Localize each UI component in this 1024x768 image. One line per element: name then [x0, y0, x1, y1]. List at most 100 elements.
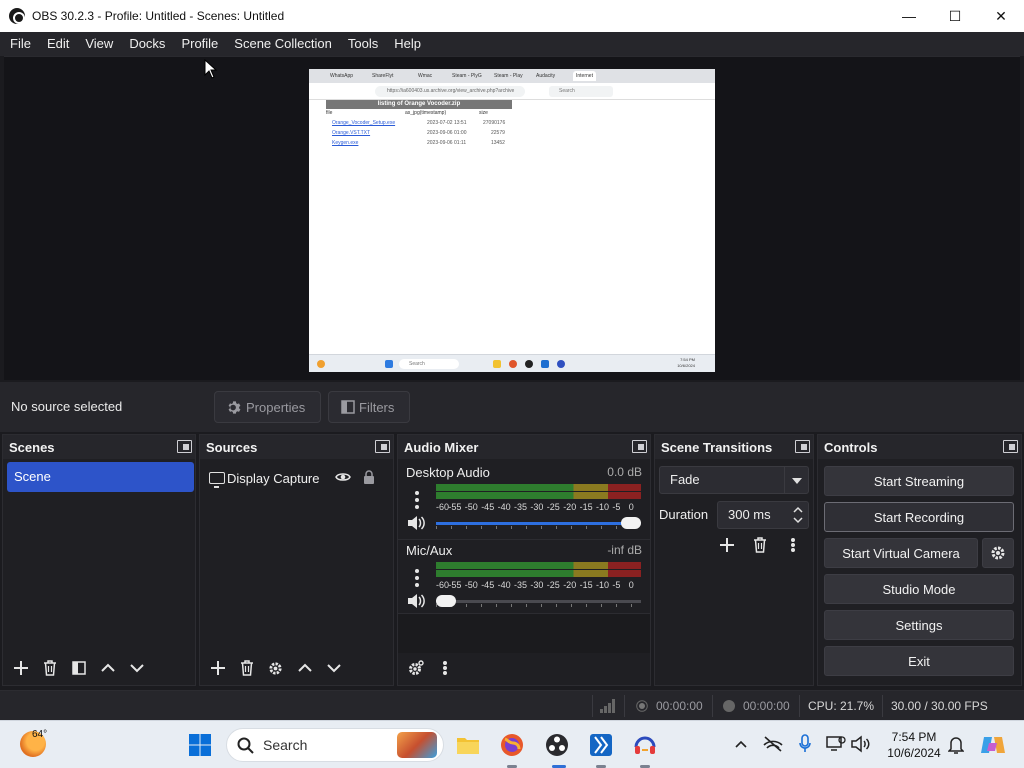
weather-temperature: 64° [32, 729, 48, 740]
volume-icon[interactable] [850, 735, 872, 753]
trash-icon [240, 660, 253, 676]
preview-date-label: 10/6/2024 [677, 363, 695, 368]
float-dock-icon[interactable] [632, 440, 647, 453]
chevron-down-icon [129, 664, 144, 673]
volume-slider-handle[interactable] [436, 595, 456, 607]
taskbar-time: 7:54 PM [891, 730, 937, 744]
preview-page-heading: listing of Orange Vocoder.zip [326, 100, 512, 109]
lock-icon[interactable] [363, 470, 375, 484]
duration-spinbox[interactable]: 300 ms [717, 501, 809, 529]
meter-scale-label: -45 [481, 580, 495, 590]
meter-scale-label: -40 [497, 580, 511, 590]
audacity-icon[interactable] [633, 733, 657, 757]
close-button[interactable]: ✕ [978, 0, 1024, 32]
duration-stepper[interactable] [788, 502, 808, 528]
move-scene-up-button[interactable] [96, 657, 119, 680]
start-recording-button[interactable]: Start Recording [824, 502, 1014, 532]
move-source-up-button[interactable] [293, 657, 316, 680]
stepper-arrows-icon[interactable] [788, 502, 808, 528]
record-time: 00:00:00 [743, 699, 790, 713]
speaker-icon[interactable] [406, 514, 426, 532]
exit-button[interactable]: Exit [824, 646, 1014, 676]
channel-menu-icon[interactable] [408, 489, 426, 511]
transitions-toolbar [715, 533, 804, 556]
chevron-down-icon[interactable] [784, 467, 808, 493]
transition-select[interactable]: Fade [659, 466, 809, 494]
display-icon[interactable] [826, 735, 846, 753]
window-title: OBS 30.2.3 - Profile: Untitled - Scenes:… [32, 9, 285, 23]
remove-source-button[interactable] [235, 657, 258, 680]
firefox-icon[interactable] [500, 733, 524, 757]
virtual-camera-settings-button[interactable] [982, 538, 1014, 568]
float-dock-icon[interactable] [177, 440, 192, 453]
scene-transitions-dock: Scene Transitions Fade Duration 300 ms [654, 434, 814, 686]
float-dock-icon[interactable] [795, 440, 810, 453]
float-dock-icon[interactable] [1003, 440, 1018, 453]
move-source-down-button[interactable] [322, 657, 345, 680]
preview-taskbar-clock: 7:54 PM 10/6/2024 [677, 357, 695, 369]
signal-bars-icon [600, 699, 615, 713]
scene-list-item[interactable]: Scene [7, 462, 194, 492]
copilot-icon[interactable] [980, 733, 1006, 757]
taskbar-search-box[interactable]: Search [226, 728, 444, 762]
search-highlight-icon [397, 732, 437, 758]
meter-scale-label: -35 [514, 502, 528, 512]
preview-folder-icon [493, 360, 501, 368]
volume-slider[interactable] [436, 595, 641, 607]
menu-edit[interactable]: Edit [39, 32, 77, 56]
start-virtual-camera-button[interactable]: Start Virtual Camera [824, 538, 978, 568]
studio-mode-button[interactable]: Studio Mode [824, 574, 1014, 604]
windows-taskbar: 64° Search 7:54 PM 10/6/2024 [0, 720, 1024, 768]
start-streaming-button[interactable]: Start Streaming [824, 466, 1014, 496]
volume-slider-handle[interactable] [621, 517, 641, 529]
add-source-button[interactable] [206, 657, 229, 680]
preview-tab: Steam - Play [494, 73, 523, 79]
microphone-icon[interactable] [798, 734, 812, 754]
advanced-audio-button[interactable] [404, 657, 427, 680]
menu-file[interactable]: File [2, 32, 39, 56]
volume-slider[interactable] [436, 517, 641, 529]
menu-help[interactable]: Help [386, 32, 429, 56]
plus-icon [13, 661, 28, 675]
chevron-up-icon[interactable] [734, 739, 748, 749]
preview-tab: ShareFlyt [372, 73, 394, 79]
preview-start-icon [385, 360, 393, 368]
maximize-button[interactable]: ☐ [932, 0, 978, 32]
settings-button[interactable]: Settings [824, 610, 1014, 640]
preview-file: Keygen.exe [332, 140, 359, 146]
windows-start-icon[interactable] [188, 733, 212, 757]
menu-tools[interactable]: Tools [340, 32, 386, 56]
taskbar-clock[interactable]: 7:54 PM 10/6/2024 [884, 729, 944, 761]
preview-size: 27090176 [483, 120, 506, 126]
remove-transition-button[interactable] [748, 533, 771, 556]
add-scene-button[interactable] [9, 657, 32, 680]
eye-icon[interactable] [335, 471, 351, 483]
remove-scene-button[interactable] [38, 657, 61, 680]
app-taskbar-icon[interactable] [589, 733, 613, 757]
file-explorer-icon[interactable] [456, 733, 480, 757]
meter-scale-label: -5 [612, 502, 621, 512]
minimize-button[interactable]: — [886, 0, 932, 32]
menu-view[interactable]: View [77, 32, 121, 56]
scene-filters-button[interactable] [67, 657, 90, 680]
menu-profile[interactable]: Profile [173, 32, 226, 56]
add-transition-button[interactable] [715, 533, 738, 556]
float-dock-icon[interactable] [375, 440, 390, 453]
preview-canvas[interactable]: WhatsApp ShareFlyt Wmac Steam - PlyG Ste… [4, 56, 1020, 380]
source-properties-button[interactable] [264, 657, 287, 680]
mixer-menu-button[interactable] [433, 657, 456, 680]
menu-docks[interactable]: Docks [121, 32, 173, 56]
source-list-item[interactable]: Display Capture [206, 465, 387, 491]
notification-bell-icon[interactable] [948, 735, 964, 755]
speaker-icon[interactable] [406, 592, 426, 610]
properties-button[interactable]: Properties [214, 391, 321, 423]
channel-name: Mic/Aux [406, 543, 453, 558]
network-offline-icon[interactable] [762, 735, 784, 753]
move-scene-down-button[interactable] [125, 657, 148, 680]
channel-menu-icon[interactable] [408, 567, 426, 589]
menu-scene-collection[interactable]: Scene Collection [226, 32, 340, 56]
obs-taskbar-icon[interactable] [545, 733, 569, 757]
transition-menu-button[interactable] [781, 533, 804, 556]
filters-button[interactable]: Filters [328, 391, 410, 423]
meter-scale-label: -25 [546, 502, 560, 512]
